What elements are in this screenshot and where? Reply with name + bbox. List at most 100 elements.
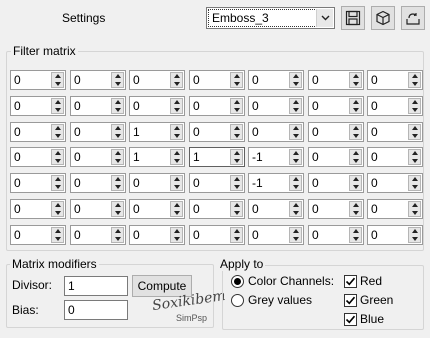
arrow-up-icon[interactable]: [233, 203, 240, 207]
arrow-up-icon[interactable]: [411, 100, 418, 104]
arrow-up-icon[interactable]: [114, 177, 121, 181]
spinner-buttons[interactable]: [230, 98, 243, 114]
arrow-up-icon[interactable]: [292, 151, 299, 155]
matrix-cell[interactable]: 0: [367, 70, 423, 90]
arrow-up-icon[interactable]: [292, 100, 299, 104]
matrix-cell[interactable]: 0: [189, 96, 245, 116]
arrow-down-icon[interactable]: [54, 159, 61, 163]
spinner-buttons[interactable]: [289, 227, 302, 243]
arrow-down-icon[interactable]: [411, 211, 418, 215]
matrix-cell[interactable]: 0: [308, 147, 364, 167]
arrow-down-icon[interactable]: [114, 159, 121, 163]
arrow-down-icon[interactable]: [173, 108, 180, 112]
arrow-down-icon[interactable]: [411, 134, 418, 138]
arrow-up-icon[interactable]: [54, 126, 61, 130]
matrix-cell[interactable]: 0: [10, 147, 66, 167]
spinner-buttons[interactable]: [408, 175, 421, 191]
matrix-cell[interactable]: -1: [248, 173, 304, 193]
arrow-up-icon[interactable]: [411, 126, 418, 130]
arrow-up-icon[interactable]: [352, 229, 359, 233]
matrix-cell[interactable]: 0: [308, 199, 364, 219]
matrix-cell[interactable]: 0: [248, 96, 304, 116]
spinner-buttons[interactable]: [51, 124, 64, 140]
arrow-up-icon[interactable]: [233, 151, 240, 155]
arrow-down-icon[interactable]: [114, 237, 121, 241]
matrix-cell[interactable]: 0: [70, 173, 126, 193]
arrow-up-icon[interactable]: [54, 74, 61, 78]
arrow-up-icon[interactable]: [233, 74, 240, 78]
arrow-down-icon[interactable]: [173, 185, 180, 189]
arrow-up-icon[interactable]: [352, 74, 359, 78]
arrow-up-icon[interactable]: [292, 74, 299, 78]
grey-values-radio[interactable]: [231, 293, 244, 307]
arrow-up-icon[interactable]: [54, 177, 61, 181]
spinner-buttons[interactable]: [289, 124, 302, 140]
arrow-up-icon[interactable]: [173, 229, 180, 233]
spinner-buttons[interactable]: [349, 175, 362, 191]
arrow-down-icon[interactable]: [352, 211, 359, 215]
chevron-down-icon[interactable]: [316, 9, 333, 27]
matrix-cell[interactable]: 0: [70, 70, 126, 90]
spinner-buttons[interactable]: [289, 72, 302, 88]
arrow-down-icon[interactable]: [411, 82, 418, 86]
spinner-buttons[interactable]: [51, 72, 64, 88]
matrix-cell[interactable]: 0: [10, 70, 66, 90]
spinner-buttons[interactable]: [111, 175, 124, 191]
arrow-up-icon[interactable]: [114, 203, 121, 207]
spinner-buttons[interactable]: [170, 124, 183, 140]
arrow-up-icon[interactable]: [173, 177, 180, 181]
matrix-cell[interactable]: -1: [248, 147, 304, 167]
spinner-buttons[interactable]: [289, 175, 302, 191]
arrow-down-icon[interactable]: [352, 108, 359, 112]
arrow-up-icon[interactable]: [114, 126, 121, 130]
arrow-up-icon[interactable]: [352, 177, 359, 181]
arrow-down-icon[interactable]: [54, 82, 61, 86]
spinner-buttons[interactable]: [51, 227, 64, 243]
matrix-cell[interactable]: 0: [70, 147, 126, 167]
spinner-buttons[interactable]: [111, 98, 124, 114]
matrix-cell[interactable]: 0: [308, 70, 364, 90]
matrix-cell[interactable]: 0: [367, 122, 423, 142]
spinner-buttons[interactable]: [170, 175, 183, 191]
arrow-up-icon[interactable]: [114, 229, 121, 233]
matrix-cell[interactable]: 0: [248, 225, 304, 245]
divisor-field[interactable]: 1: [64, 276, 128, 296]
spinner-buttons[interactable]: [170, 98, 183, 114]
spinner-buttons[interactable]: [408, 149, 421, 165]
arrow-down-icon[interactable]: [114, 211, 121, 215]
spinner-buttons[interactable]: [230, 227, 243, 243]
arrow-down-icon[interactable]: [292, 211, 299, 215]
arrow-up-icon[interactable]: [233, 100, 240, 104]
arrow-down-icon[interactable]: [54, 108, 61, 112]
color-channels-radio[interactable]: [231, 274, 244, 288]
arrow-down-icon[interactable]: [411, 108, 418, 112]
matrix-cell[interactable]: 0: [70, 199, 126, 219]
arrow-down-icon[interactable]: [352, 185, 359, 189]
arrow-down-icon[interactable]: [173, 159, 180, 163]
matrix-cell[interactable]: 1: [189, 147, 245, 167]
arrow-down-icon[interactable]: [54, 211, 61, 215]
matrix-cell[interactable]: 1: [129, 147, 185, 167]
arrow-up-icon[interactable]: [173, 74, 180, 78]
green-option[interactable]: Green: [344, 293, 393, 307]
matrix-cell[interactable]: 0: [189, 199, 245, 219]
arrow-down-icon[interactable]: [233, 134, 240, 138]
spinner-buttons[interactable]: [51, 175, 64, 191]
spinner-buttons[interactable]: [111, 149, 124, 165]
arrow-up-icon[interactable]: [54, 151, 61, 155]
spinner-buttons[interactable]: [230, 201, 243, 217]
matrix-cell[interactable]: 0: [129, 70, 185, 90]
spinner-buttons[interactable]: [230, 175, 243, 191]
spinner-buttons[interactable]: [230, 124, 243, 140]
arrow-up-icon[interactable]: [352, 126, 359, 130]
spinner-buttons[interactable]: [289, 98, 302, 114]
arrow-down-icon[interactable]: [233, 185, 240, 189]
matrix-cell[interactable]: 0: [248, 199, 304, 219]
spinner-buttons[interactable]: [289, 201, 302, 217]
spinner-buttons[interactable]: [408, 227, 421, 243]
arrow-up-icon[interactable]: [173, 151, 180, 155]
matrix-cell[interactable]: 0: [367, 147, 423, 167]
arrow-up-icon[interactable]: [54, 229, 61, 233]
spinner-buttons[interactable]: [408, 201, 421, 217]
arrow-up-icon[interactable]: [54, 100, 61, 104]
